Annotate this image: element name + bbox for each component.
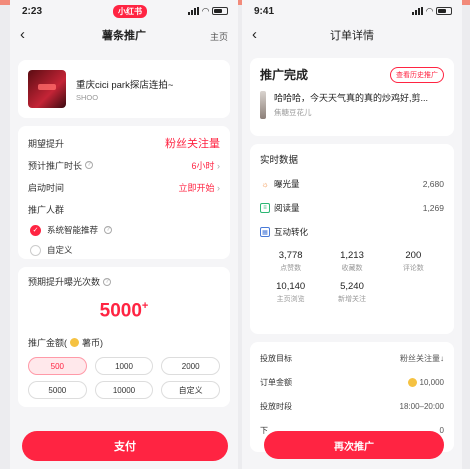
stat-cell: 10,140 主页浏览 (276, 281, 306, 303)
section-title: 实时数据 (260, 155, 299, 166)
stat-cell: 200 评论数 (402, 250, 424, 272)
stat-cell: 1,213 收藏数 (340, 250, 364, 272)
exposure-label: 预期提升曝光次数 (28, 277, 101, 287)
exposure-count: 2,680 (422, 179, 444, 189)
pay-button[interactable]: 支付 (22, 431, 228, 461)
stat-cell: 3,778 点赞数 (278, 250, 303, 272)
promotion-settings: 期望提升 粉丝关注量 预计推广时长? 6小时 › 启动时间 立即开始 › 推广人… (18, 126, 230, 259)
amount-option[interactable]: 1000 (94, 357, 154, 376)
amount-unit: 薯币) (82, 338, 103, 349)
promotion-screen: 2:23 小红书 ◠ ‹ 薯条推广 主页 重庆cici park探店连拍~ SH… (10, 0, 238, 469)
duration-row[interactable]: 预计推广时长? 6小时 › (28, 154, 220, 176)
question-icon[interactable]: ? (104, 226, 113, 234)
audience-option-label: 系统智能推荐 (47, 225, 99, 235)
stat-cell: 5,240 新增关注 (337, 281, 366, 303)
battery-icon (436, 7, 452, 15)
goal-row[interactable]: 期望提升 粉丝关注量 (28, 132, 220, 154)
note-author: 焦糖豆花儿 (274, 108, 312, 117)
amount-label: 推广金额( (28, 338, 67, 349)
post-title: 重庆cici park探店连拍~ (76, 79, 174, 91)
question-icon[interactable]: ? (103, 277, 112, 286)
check-icon: ✓ (30, 224, 41, 236)
nav-bar: ‹ 订单详情 (242, 22, 462, 48)
status-bar: 2:23 小红书 ◠ (10, 0, 238, 22)
duration-label: 预计推广时长 (28, 160, 83, 171)
note-text: 哈哈哈，今天天气真的真的炒鸡好,剪... (274, 93, 429, 103)
amount-option-custom[interactable]: 自定义 (161, 381, 220, 400)
wifi-icon: ◠ (426, 6, 433, 16)
page-title: 订单详情 (330, 30, 374, 42)
audience-option-custom[interactable]: 自定义 (28, 240, 220, 260)
coin-icon (407, 377, 417, 387)
audience-label: 推广人群 (28, 204, 65, 215)
radio-icon (30, 244, 41, 256)
amount-options: 500 1000 2000 5000 10000 自定义 (28, 357, 220, 400)
audience-row: 推广人群 (28, 198, 220, 220)
exposure-value: 5000+ (99, 300, 149, 322)
battery-icon (212, 7, 228, 15)
order-row: 订单金额 10,000 (260, 377, 444, 387)
promotion-status: 推广完成 (260, 68, 309, 82)
calendar-icon: ▦ (260, 227, 270, 237)
amount-option[interactable]: 5000 (28, 381, 87, 400)
nav-bar: ‹ 薯条推广 主页 (10, 22, 238, 48)
start-label: 启动时间 (28, 182, 65, 193)
start-time-row[interactable]: 启动时间 立即开始 › (28, 176, 220, 198)
status-time: 2:23 (22, 5, 43, 17)
realtime-data: 实时数据 ☼ 曝光量 2,680 ≡ 阅读量 1,269 ▦ 互动转化 3,778 点赞… (250, 144, 454, 334)
post-thumbnail (28, 70, 66, 108)
post-card[interactable]: 重庆cici park探店连拍~ SHOO (18, 60, 230, 118)
question-icon[interactable]: ? (85, 161, 94, 169)
coin-icon (70, 338, 79, 348)
home-link[interactable]: 主页 (210, 30, 228, 43)
signal-icon (188, 7, 200, 15)
back-chevron-icon[interactable]: ‹ (252, 26, 257, 43)
note-thumbnail (260, 91, 266, 119)
duration-value: 6小时 (191, 160, 215, 171)
note-item[interactable]: 哈哈哈，今天天气真的真的炒鸡好,剪... 焦糖豆花儿 (260, 91, 444, 119)
interaction-metric: ▦ 互动转化 (260, 220, 444, 244)
sun-icon: ☼ (261, 179, 269, 189)
history-button[interactable]: 查看历史推广 (390, 66, 444, 83)
order-row: 投放时段 18:00–20:00 (260, 401, 444, 411)
budget-card: 预期提升曝光次数? 5000+ 推广金额( 薯币) 500 1000 2000 5… (18, 267, 230, 407)
status-time: 9:41 (254, 5, 275, 17)
read-count: 1,269 (422, 203, 444, 213)
start-value: 立即开始 (178, 182, 215, 193)
interaction-stats: 3,778 点赞数 1,213 收藏数 200 评论数 10,140 主页浏览 5,24… (260, 250, 444, 304)
doc-icon: ≡ (260, 203, 270, 213)
back-chevron-icon[interactable]: ‹ (20, 26, 25, 43)
promotion-summary: 推广完成 查看历史推广 哈哈哈，今天天气真的真的炒鸡好,剪... 焦糖豆花儿 (250, 58, 454, 136)
chevron-right-icon: › (217, 160, 220, 171)
audience-option-smart[interactable]: ✓ 系统智能推荐 ? (28, 220, 220, 240)
order-detail-screen: 9:41 ◠ ‹ 订单详情 推广完成 查看历史推广 哈哈哈，今天天气真的真的炒鸡… (242, 0, 462, 469)
page-title: 薯条推广 (102, 30, 146, 42)
post-author: SHOO (76, 92, 99, 102)
chevron-right-icon: › (217, 182, 220, 193)
wifi-icon: ◠ (202, 6, 209, 16)
order-row: 投放目标 粉丝关注量↓ (260, 353, 444, 363)
audience-option-label: 自定义 (47, 245, 73, 255)
amount-option[interactable]: 10000 (94, 381, 154, 400)
amount-option[interactable]: 2000 (161, 357, 220, 376)
read-metric: ≡ 阅读量 1,269 (260, 196, 444, 220)
promote-again-button[interactable]: 再次推广 (264, 431, 444, 459)
goal-value: 粉丝关注量 (165, 138, 220, 150)
signal-icon (412, 7, 424, 15)
exposure-metric: ☼ 曝光量 2,680 (261, 179, 444, 189)
goal-label: 期望提升 (28, 138, 65, 149)
amount-option[interactable]: 500 (28, 357, 87, 376)
app-badge: 小红书 (113, 5, 147, 18)
status-bar: 9:41 ◠ (242, 0, 462, 22)
